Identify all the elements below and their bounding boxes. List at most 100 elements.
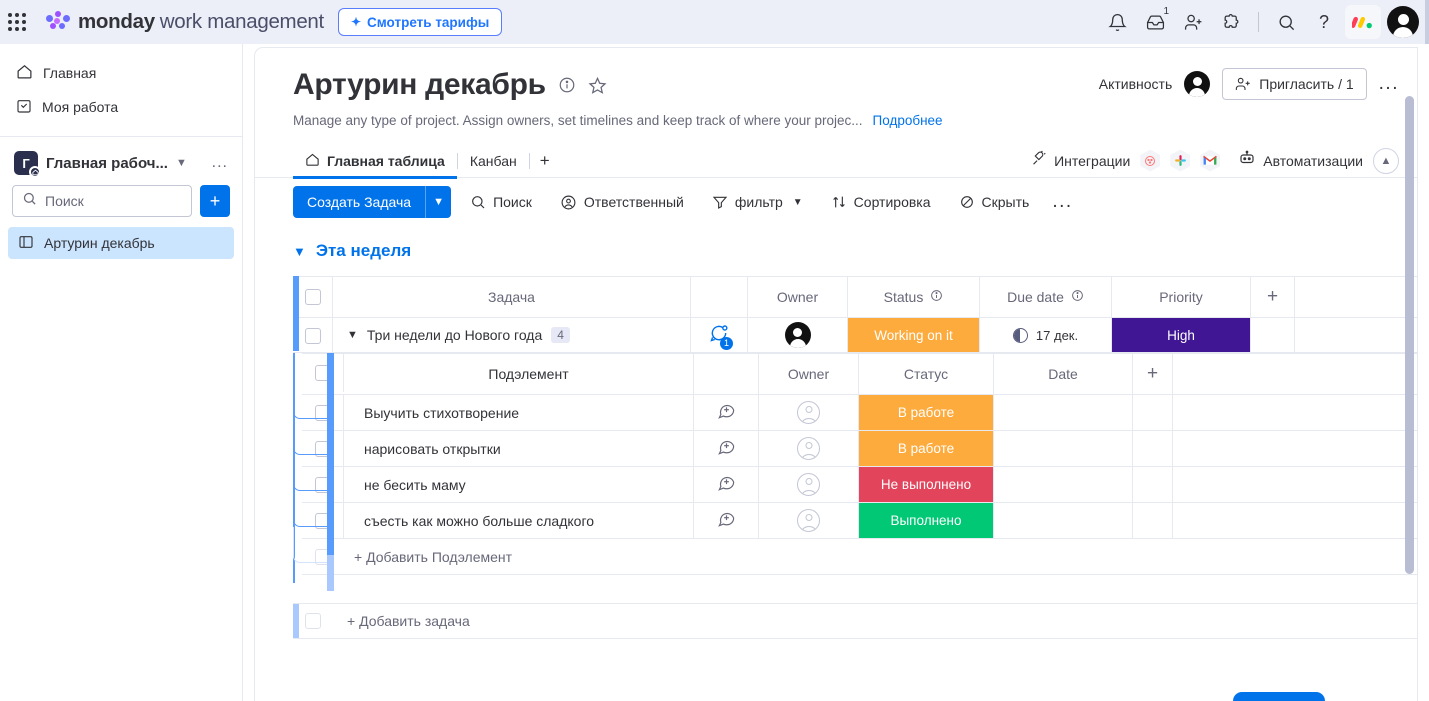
apps-grid-icon[interactable] <box>8 13 26 31</box>
row-checkbox[interactable] <box>305 328 321 344</box>
slack-icon[interactable] <box>1170 150 1190 172</box>
tab-kanban[interactable]: Канбан <box>458 144 529 178</box>
add-board-button[interactable]: + <box>200 185 230 217</box>
person-placeholder-icon[interactable] <box>797 401 820 424</box>
subitem-name-cell[interactable]: не бесить маму <box>344 467 694 502</box>
subitem-owner-cell[interactable] <box>759 395 859 430</box>
subitem-date-cell[interactable] <box>994 467 1133 502</box>
add-chat-icon[interactable] <box>717 437 736 461</box>
board-more-menu-icon[interactable]: ... <box>1379 73 1399 95</box>
group-title[interactable]: Эта неделя <box>316 241 411 261</box>
select-all-checkbox-cell[interactable] <box>293 277 333 317</box>
priority-badge[interactable]: High <box>1112 318 1250 352</box>
workspace-selector[interactable]: Г Главная рабоч... ▼ ... <box>0 137 242 185</box>
toolbar-person-button[interactable]: Ответственный <box>551 186 693 218</box>
add-subitem-label[interactable]: + Добавить Подэлемент <box>344 549 512 565</box>
chat-icon[interactable]: 1 <box>709 323 729 348</box>
toolbar-more-icon[interactable]: ... <box>1044 191 1080 213</box>
sidebar-item-home[interactable]: Главная <box>8 56 234 90</box>
subitems-column-header-status[interactable]: Статус <box>859 354 994 394</box>
subitem-date-cell[interactable] <box>994 395 1133 430</box>
inbox-icon[interactable]: 1 <box>1138 5 1172 39</box>
learn-more-link[interactable]: Подробнее <box>873 113 943 128</box>
info-icon[interactable] <box>1071 289 1084 305</box>
chevron-down-icon[interactable]: ▼ <box>293 244 306 259</box>
sidebar-item-my-work[interactable]: Моя работа <box>8 90 234 124</box>
add-chat-icon[interactable] <box>717 401 736 425</box>
bottom-action-button[interactable] <box>1233 692 1325 701</box>
person-placeholder-icon[interactable] <box>797 509 820 532</box>
subitems-column-header-date[interactable]: Date <box>994 354 1133 394</box>
subitem-date-cell[interactable] <box>994 503 1133 538</box>
subitem-chat-cell[interactable] <box>694 467 759 502</box>
subitem-status-cell[interactable]: Выполнено <box>859 503 994 538</box>
avatar[interactable] <box>1184 71 1210 97</box>
toolbar-filter-button[interactable]: фильтр ▼ <box>703 186 812 218</box>
subitem-owner-cell[interactable] <box>759 431 859 466</box>
column-header-status[interactable]: Status <box>848 277 980 317</box>
subitem-chat-cell[interactable] <box>694 503 759 538</box>
view-pricing-button[interactable]: ✦ Смотреть тарифы <box>338 8 502 36</box>
subitem-chat-cell[interactable] <box>694 395 759 430</box>
person-placeholder-icon[interactable] <box>797 437 820 460</box>
person-placeholder-icon[interactable] <box>797 473 820 496</box>
subitem-name-cell[interactable]: Выучить стихотворение <box>344 395 694 430</box>
status-badge[interactable]: Выполнено <box>859 503 993 538</box>
subitem-name-cell[interactable]: съесть как можно больше сладкого <box>344 503 694 538</box>
subitems-add-column-button[interactable]: + <box>1133 354 1173 394</box>
star-icon[interactable] <box>588 76 607 95</box>
select-all-checkbox[interactable] <box>305 289 321 305</box>
subitem-status-cell[interactable]: В работе <box>859 431 994 466</box>
subitem-name-cell[interactable]: нарисовать открытки <box>344 431 694 466</box>
priority-cell[interactable]: High <box>1112 318 1251 352</box>
create-task-button-group[interactable]: Создать Задача ▼ <box>293 186 451 218</box>
add-task-row[interactable]: + Добавить задача <box>293 603 1417 639</box>
apps-marketplace-icon[interactable] <box>1214 5 1248 39</box>
tab-main-table[interactable]: Главная таблица <box>293 144 457 178</box>
add-chat-icon[interactable] <box>717 509 736 533</box>
workspace-more-icon[interactable]: ... <box>212 154 228 172</box>
invite-button[interactable]: Пригласить / 1 <box>1222 68 1366 100</box>
add-subitem-row[interactable]: + Добавить Подэлемент <box>302 539 1417 575</box>
column-header-priority[interactable]: Priority <box>1112 277 1251 317</box>
chevron-up-icon[interactable]: ▲ <box>1373 148 1399 174</box>
info-icon[interactable] <box>930 289 943 305</box>
toolbar-hide-button[interactable]: Скрыть <box>950 186 1039 218</box>
help-icon[interactable]: ? <box>1307 5 1341 39</box>
vertical-scrollbar[interactable] <box>1405 96 1414 574</box>
subitems-column-header-owner[interactable]: Owner <box>759 354 859 394</box>
chevron-down-icon[interactable]: ▼ <box>425 186 451 218</box>
sidebar-item-board-arturin[interactable]: Артурин декабрь <box>8 227 234 259</box>
column-header-due-date[interactable]: Due date <box>980 277 1112 317</box>
add-view-button[interactable]: + <box>530 151 560 171</box>
subitem-owner-cell[interactable] <box>759 467 859 502</box>
status-badge[interactable]: Working on it <box>848 318 979 352</box>
subitems-column-header-name[interactable]: Подэлемент <box>344 354 694 394</box>
row-checkbox-cell[interactable] <box>293 318 333 353</box>
chevron-down-icon[interactable]: ▼ <box>793 197 803 208</box>
status-badge[interactable]: В работе <box>859 431 993 466</box>
owner-cell[interactable] <box>748 318 848 352</box>
due-date-cell[interactable]: 17 дек. <box>980 318 1112 352</box>
invite-members-icon[interactable] <box>1176 5 1210 39</box>
automations-button[interactable]: Автоматизации <box>1238 149 1363 172</box>
user-avatar[interactable] <box>1387 6 1419 38</box>
gmail-icon[interactable] <box>1200 150 1220 172</box>
add-column-button[interactable]: + <box>1251 277 1295 317</box>
chat-cell[interactable]: 1 <box>691 318 748 352</box>
add-task-label[interactable]: + Добавить задача <box>333 613 470 629</box>
subitem-owner-cell[interactable] <box>759 503 859 538</box>
task-name-cell[interactable]: ▼ Три недели до Нового года 4 <box>333 318 691 352</box>
search-icon[interactable] <box>1269 5 1303 39</box>
status-badge[interactable]: В работе <box>859 395 993 430</box>
monday-switcher-icon[interactable] <box>1345 5 1381 39</box>
toolbar-search-button[interactable]: Поиск <box>461 186 541 218</box>
status-cell[interactable]: Working on it <box>848 318 980 352</box>
toolbar-sort-button[interactable]: Сортировка <box>822 186 940 218</box>
info-icon[interactable] <box>558 76 576 94</box>
expand-subitems-chevron-icon[interactable]: ▼ <box>347 329 358 341</box>
integrations-button[interactable]: Интеграции <box>1030 150 1130 172</box>
create-task-button[interactable]: Создать Задача <box>293 186 425 218</box>
sidebar-search-box[interactable] <box>12 185 192 217</box>
column-header-task[interactable]: Задача <box>333 277 691 317</box>
